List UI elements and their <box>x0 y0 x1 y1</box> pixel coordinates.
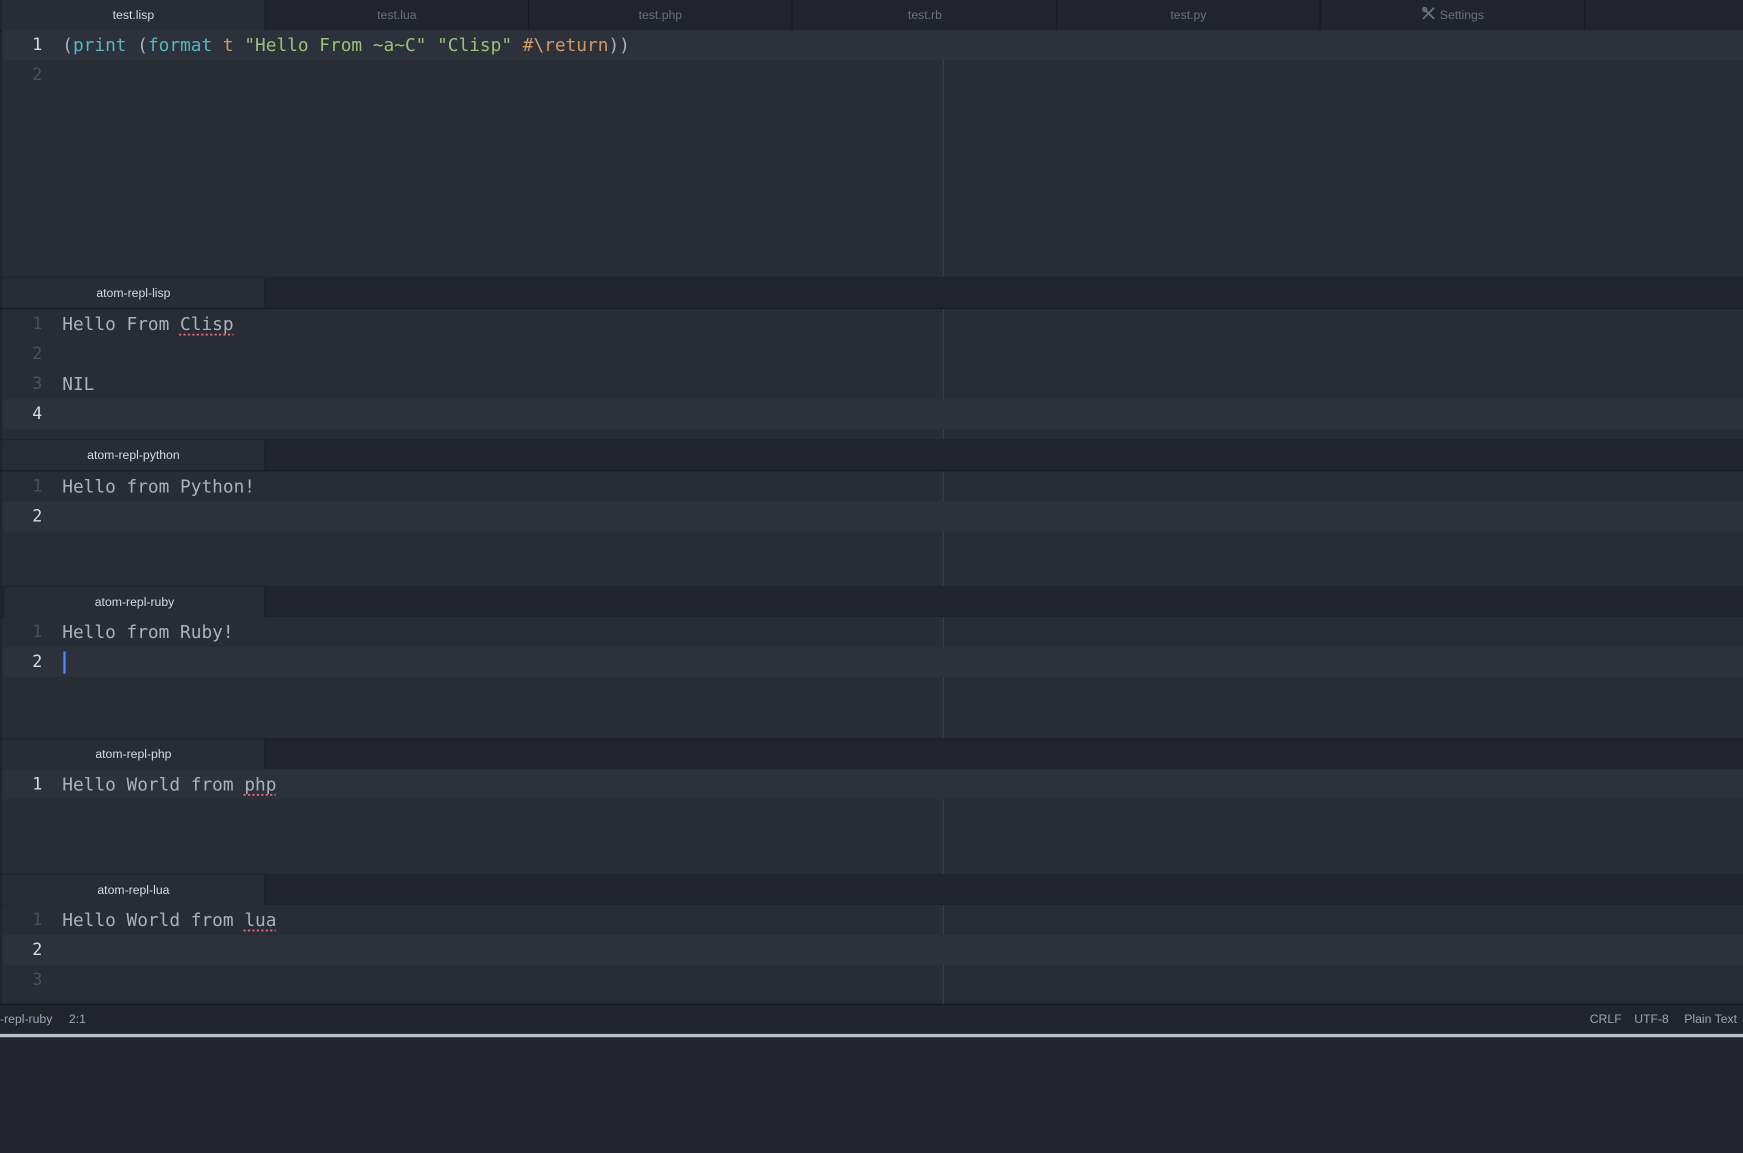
main-editor[interactable]: 1 (print (format t "Hello From ~a~C" "Cl… <box>2 30 1743 277</box>
editor-line: 1 (print (format t "Hello From ~a~C" "Cl… <box>2 30 1743 61</box>
tab-test-lua[interactable]: test.lua <box>265 0 530 31</box>
status-grammar[interactable]: Plain Text <box>1684 1013 1737 1026</box>
code-line: Hello From Clisp <box>62 309 233 339</box>
editor-line: 1 Hello World from lua <box>2 905 1743 935</box>
tab-atom-repl-php[interactable]: atom-repl-php <box>2 739 266 770</box>
line-number: 1 <box>32 313 43 334</box>
status-bar: -repl-ruby 2:1 CRLF UTF-8 Plain Text <box>0 1003 1743 1035</box>
tab-test-rb[interactable]: test.rb <box>793 0 1058 31</box>
editor-line: 2 <box>2 501 1743 532</box>
line-number: 1 <box>32 475 43 496</box>
php-pane-tab-bar: atom-repl-php <box>0 739 1743 771</box>
code-line: Hello World from php <box>62 769 276 799</box>
tab-label: Settings <box>1439 8 1484 22</box>
code-token: t <box>212 34 245 56</box>
status-cursor-position[interactable]: 2:1 <box>69 1013 86 1026</box>
status-encoding[interactable]: UTF-8 <box>1634 1013 1669 1026</box>
line-number: 1 <box>32 34 43 55</box>
tab-test-lisp[interactable]: test.lisp <box>2 0 266 31</box>
code-token: print <box>72 34 127 56</box>
lisp-pane-tab-bar: atom-repl-lisp <box>0 277 1743 310</box>
tab-atom-repl-lisp[interactable]: atom-repl-lisp <box>2 277 266 308</box>
code-token: )) <box>608 34 630 56</box>
tab-atom-repl-python[interactable]: atom-repl-python <box>2 440 266 471</box>
spelling-error: php <box>244 773 277 795</box>
editor-line: 3 <box>2 965 1743 995</box>
tab-settings[interactable]: Settings <box>1321 0 1586 31</box>
line-number: 3 <box>32 969 43 990</box>
editor-line: 1 Hello from Ruby! <box>2 617 1743 647</box>
code-token: "Hello From ~a~C" "Clisp" <box>244 34 513 56</box>
spelling-error: Clisp <box>180 313 234 335</box>
lua-pane-tab-bar: atom-repl-lua <box>0 874 1743 907</box>
tab-label: test.py <box>1170 8 1207 22</box>
tab-test-php[interactable]: test.php <box>529 0 793 31</box>
tab-label: test.lisp <box>112 8 155 22</box>
code-text: Hello World from <box>62 909 245 931</box>
lua-repl-editor[interactable]: 1 Hello World from lua 2 3 <box>2 904 1743 1004</box>
line-number: 3 <box>32 373 43 394</box>
code-token: format <box>147 34 213 56</box>
editor-line: 2 <box>2 934 1743 965</box>
status-line-ending[interactable]: CRLF <box>1590 1013 1622 1026</box>
tab-atom-repl-lua[interactable]: atom-repl-lua <box>2 874 266 905</box>
top-tab-bar: test.lisp test.lua test.php test.rb test… <box>0 0 1743 32</box>
php-repl-editor[interactable]: 1 Hello World from php <box>2 769 1743 874</box>
tab-atom-repl-ruby[interactable]: atom-repl-ruby <box>4 586 266 617</box>
code-line: NIL <box>62 373 95 395</box>
line-number: 1 <box>32 621 43 642</box>
tab-label: test.php <box>638 8 683 22</box>
tools-icon <box>1422 6 1435 24</box>
code-token: #\return <box>512 34 609 56</box>
code-line: Hello from Python! <box>62 475 256 497</box>
tab-label: atom-repl-python <box>87 448 180 462</box>
line-number: 1 <box>32 773 43 794</box>
editor-line: 1 Hello from Python! <box>2 471 1743 501</box>
editor-line: 4 <box>2 399 1743 430</box>
tab-label: test.lua <box>377 8 417 22</box>
atom-window: test.lisp test.lua test.php test.rb test… <box>0 0 1743 1153</box>
code-text: Hello From <box>62 313 181 335</box>
tab-label: atom-repl-ruby <box>94 595 175 609</box>
status-file-name[interactable]: -repl-ruby <box>0 1013 52 1026</box>
ruby-repl-editor[interactable]: 1 Hello from Ruby! 2 <box>2 616 1743 739</box>
tab-label: test.rb <box>907 8 942 22</box>
lisp-repl-editor[interactable]: 1 Hello From Clisp 2 3 NIL 4 <box>2 309 1743 440</box>
line-number: 2 <box>32 343 43 364</box>
tab-label: atom-repl-lisp <box>96 286 171 300</box>
editor-line: 2 <box>2 339 1743 369</box>
editor-line: 2 <box>2 647 1743 678</box>
tab-test-py[interactable]: test.py <box>1057 0 1321 31</box>
editor-line: 1 Hello From Clisp <box>2 309 1743 339</box>
tab-label: atom-repl-lua <box>97 883 170 897</box>
editor-line: 1 Hello World from php <box>2 769 1743 800</box>
code-line: (print (format t "Hello From ~a~C" "Clis… <box>62 30 630 60</box>
ruby-pane-tab-bar: atom-repl-ruby <box>0 586 1743 619</box>
code-token: ( <box>62 34 73 56</box>
code-text: Hello World from <box>62 773 245 795</box>
code-line: Hello from Ruby! <box>62 621 234 643</box>
tab-label: atom-repl-php <box>95 747 172 761</box>
editor-line: 2 <box>2 60 1743 90</box>
line-number: 2 <box>32 505 43 526</box>
spelling-error: lua <box>244 909 277 931</box>
python-repl-editor[interactable]: 1 Hello from Python! 2 <box>2 471 1743 586</box>
code-line: Hello World from lua <box>62 905 276 935</box>
line-number: 2 <box>32 939 43 960</box>
code-token: ( <box>126 34 148 56</box>
line-number: 2 <box>32 64 43 85</box>
line-number: 4 <box>32 403 43 424</box>
line-number: 1 <box>32 909 43 930</box>
line-number: 2 <box>32 651 43 672</box>
text-cursor <box>63 651 66 674</box>
workspace: test.lisp test.lua test.php test.rb test… <box>0 0 1743 1038</box>
python-pane-tab-bar: atom-repl-python <box>0 440 1743 472</box>
editor-line: 3 NIL <box>2 369 1743 399</box>
